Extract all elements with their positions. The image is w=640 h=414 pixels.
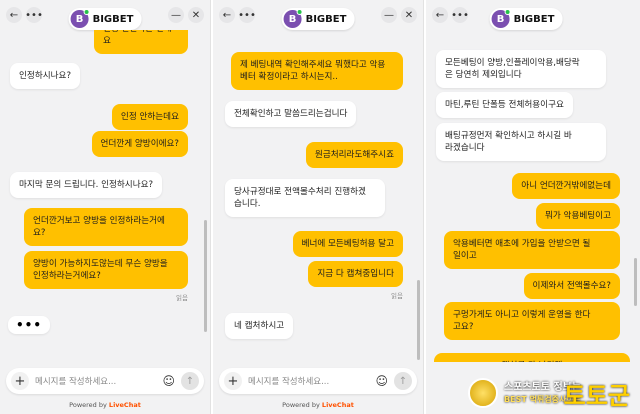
brand-badge: B BIGBET [489, 8, 563, 30]
livechat-link[interactable]: LiveChat [322, 401, 354, 409]
message-user: 원금처리라도해주시죠 [305, 142, 403, 168]
message-agent: 마틴,루틴 단폴등 전체허용이구요 [436, 92, 573, 118]
powered-by-label: Powered by [282, 401, 320, 409]
message-agent: 인정하시나요? [10, 63, 80, 89]
more-options-icon[interactable]: ••• [238, 7, 256, 23]
message-user: 인정 안한다는 건데요 [94, 30, 188, 54]
brand-name: BIGBET [92, 13, 134, 25]
attach-plus-icon[interactable]: + [11, 372, 29, 390]
message-list[interactable]: 제 베팅내역 확인해주세요 뭐했다고 악용 베터 확정이라고 하시는지.. 전체… [213, 30, 423, 362]
brand-name: BIGBET [513, 13, 555, 25]
livechat-link[interactable]: LiveChat [109, 401, 141, 409]
brand-name: BIGBET [305, 13, 347, 25]
watermark-logo: 스포츠토토 정보는 BEST 먹튀검증사이트 토토군 [464, 374, 632, 412]
message-agent: 마지막 문의 드립니다. 인정하시나요? [10, 172, 163, 198]
scrollbar[interactable] [417, 280, 420, 360]
back-arrow-icon[interactable]: ← [432, 7, 448, 23]
scrollbar[interactable] [634, 258, 637, 306]
message-user: 아니 언더깐거밖에없는데 [512, 173, 620, 199]
close-icon[interactable]: ✕ [188, 7, 204, 23]
typing-indicator: ••• [8, 316, 51, 334]
watermark-line3: 토토군 [563, 382, 630, 410]
chat-window-1: ← ••• — ✕ B BIGBET 인정 안한다는 건데요 인정하시나요? 인… [0, 0, 211, 414]
message-agent: 배팅규정먼저 확인하시고 하시길 바 라겠습니다 [436, 123, 606, 161]
more-options-icon[interactable]: ••• [451, 7, 469, 23]
minimize-icon[interactable]: — [381, 7, 397, 23]
back-arrow-icon[interactable]: ← [219, 7, 235, 23]
message-agent: 모든베팅이 양방,인플레이악용,배당락 은 당연히 제외입니다 [436, 50, 606, 88]
powered-by-label: Powered by [69, 401, 107, 409]
scrollbar[interactable] [204, 220, 207, 332]
brand-logo: B [70, 9, 90, 28]
message-user: 뭐가 악용베팅이고 [536, 203, 620, 229]
message-user: 양방이 가능하지도않는데 무슨 양방을 인정하라는거에요? [24, 251, 188, 289]
brand-badge: B BIGBET [68, 8, 142, 30]
message-user: 구멍가게도 아니고 이렇게 운영을 한다 고요? [444, 302, 620, 340]
minimize-icon[interactable]: — [168, 7, 184, 23]
chat-window-3: ← ••• B BIGBET 모든베팅이 양방,인플레이악용,배당락 은 당연히… [426, 0, 640, 414]
message-input[interactable]: 메시지를 작성하세요... [248, 375, 369, 387]
close-icon[interactable]: ✕ [401, 7, 417, 23]
back-arrow-icon[interactable]: ← [6, 7, 22, 23]
message-user: 인정 안하는데요 [111, 104, 188, 130]
powered-by: Powered by LiveChat [0, 401, 210, 409]
watermark-emblem-icon [468, 378, 498, 408]
message-user: 언더깐거보고 양방을 인정하라는거에 요? [24, 208, 188, 246]
emoji-icon[interactable]: ☺ [375, 374, 388, 388]
message-user: 악용베터면 애초에 가입을 안받으면 될 일이고 [444, 231, 620, 269]
brand-badge: B BIGBET [281, 8, 355, 30]
send-icon[interactable]: ↑ [394, 372, 412, 390]
message-agent: 네 캡처하시고 [225, 313, 294, 339]
brand-logo: B [491, 9, 511, 28]
message-user: 이제와서 전액몰수요? [523, 273, 620, 299]
message-user: 제 베팅내역 확인해주세요 뭐했다고 악용 베터 확정이라고 하시는지.. [231, 52, 403, 90]
message-composer: + 메시지를 작성하세요... ☺ ↑ [219, 368, 417, 394]
message-input[interactable]: 메시지를 작성하세요... [35, 375, 156, 387]
read-receipt: 읽음 [176, 294, 188, 302]
more-options-icon[interactable]: ••• [25, 7, 43, 23]
message-composer: + 메시지를 작성하세요... ☺ ↑ [6, 368, 204, 394]
message-user: 지금 다 캡쳐중입니다 [308, 261, 403, 287]
message-user: 베너에 모든베팅허용 달고 [292, 231, 403, 257]
read-receipt: 읽음 [391, 292, 403, 300]
message-user: 언더깐게 양방이에요? [91, 131, 188, 157]
attach-plus-icon[interactable]: + [224, 372, 242, 390]
message-agent: 전체확인하고 말씀드리는겁니다 [225, 101, 357, 127]
message-user: 캡처를 다 남기겠 [434, 353, 630, 362]
message-agent: 당사규정대로 전액몰수처리 진행하겠 습니다. [225, 179, 385, 217]
powered-by: Powered by LiveChat [213, 401, 423, 409]
chat-window-2: ← ••• — ✕ B BIGBET 제 베팅내역 확인해주세요 뭐했다고 악용… [213, 0, 424, 414]
message-list[interactable]: 모든베팅이 양방,인플레이악용,배당락 은 당연히 제외입니다 마틴,루틴 단폴… [426, 30, 640, 362]
brand-logo: B [283, 9, 303, 28]
emoji-icon[interactable]: ☺ [162, 374, 175, 388]
send-icon[interactable]: ↑ [181, 372, 199, 390]
message-list[interactable]: 인정 안한다는 건데요 인정하시나요? 인정 안하는데요 언더깐게 양방이에요?… [0, 30, 210, 362]
